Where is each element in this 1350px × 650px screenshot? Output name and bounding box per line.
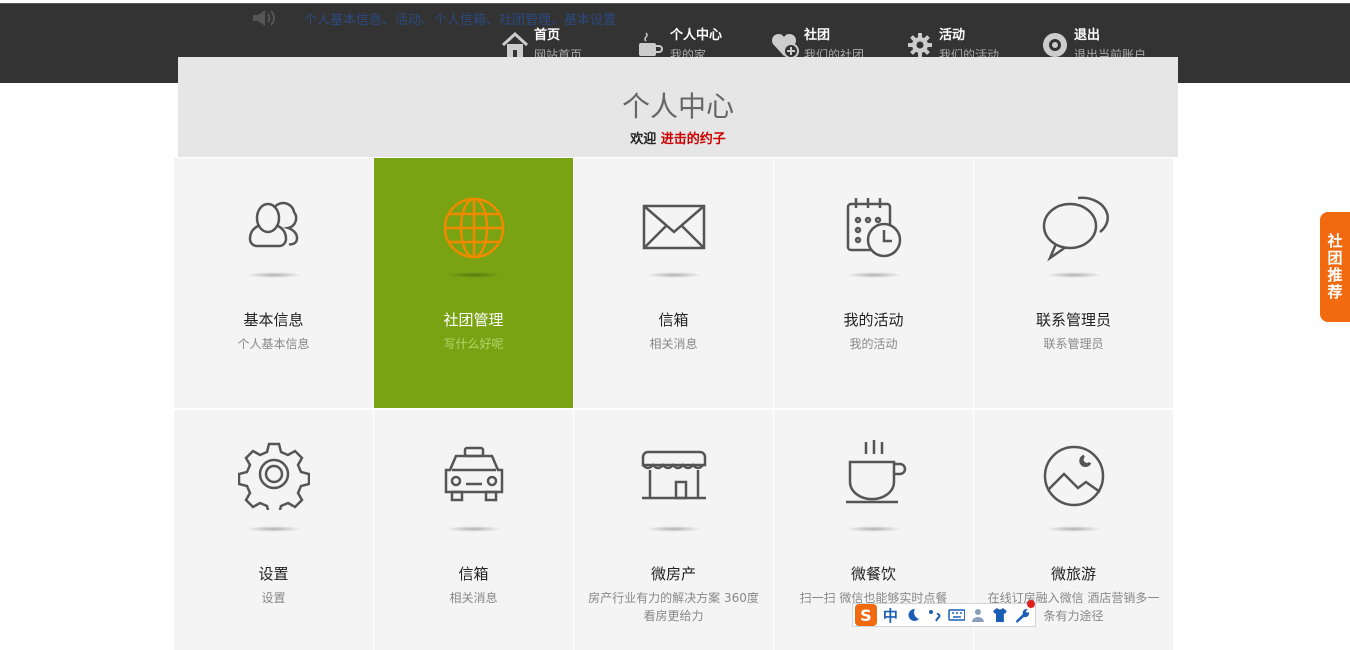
icon-shadow [1045,526,1102,532]
icon-shadow [845,272,902,278]
gear-icon [908,33,932,57]
tile-mailbox-2[interactable]: 信箱 相关消息 [374,410,573,650]
icon-shadow [445,526,502,532]
coffee-icon [639,32,663,56]
taxi-icon [444,446,503,502]
tile-title: 设置 [258,565,289,583]
shirt-icon[interactable] [991,606,1009,624]
tile-description: 设置 [261,591,286,605]
speaker-icon [253,10,275,26]
username[interactable]: 进击的约子 [661,132,726,147]
tile-settings[interactable]: 设置 设置 [174,410,373,650]
icon-shadow [845,526,902,532]
nav-title: 活动 [939,28,966,43]
keyboard-icon[interactable] [947,606,966,624]
storefront-icon [641,450,706,500]
chat-bubbles-icon [1042,196,1109,262]
nav-title: 个人中心 [670,28,723,43]
tile-title: 信箱 [458,565,489,583]
users-icon [248,201,298,248]
disc-icon [1043,33,1067,57]
tile-description: 我的活动 [849,337,898,351]
icon-shadow [645,272,702,278]
tile-title: 社团管理 [443,311,504,329]
tile-title: 微房产 [650,565,696,583]
icon-shadow [645,526,702,532]
punctuation-icon[interactable] [926,606,944,624]
moon-icon[interactable] [904,606,922,624]
welcome-label: 欢迎 [630,132,657,147]
tile-title: 基本信息 [243,311,304,329]
settings-gear-icon [237,442,310,510]
heart-plus-icon [771,33,799,59]
nav-title: 退出 [1074,28,1101,43]
ime-mode-toggle[interactable]: 中 [883,605,898,626]
tile-title: 微餐饮 [850,565,896,583]
tile-contact-admin[interactable]: 联系管理员 联系管理员 [974,158,1173,408]
tile-description: 房产行业有力的解决方案 360度看房更给力 [588,591,759,623]
club-recommend-label: 社团推荐 [1325,233,1344,301]
tile-micro-realestate[interactable]: 微房产 房产行业有力的解决方案 360度看房更给力 [574,410,773,650]
icon-shadow [445,272,502,278]
nav-title: 社团 [804,28,831,43]
announcement-marquee: 个人基本信息、活动、个人信箱、社团管理、基本设置 [250,8,616,28]
sogou-logo-icon[interactable]: S [855,604,877,626]
tile-basic-info[interactable]: 基本信息 个人基本信息 [174,158,373,408]
home-icon [501,31,529,57]
icon-shadow [245,272,302,278]
tile-title: 联系管理员 [1035,311,1111,329]
user-icon[interactable] [969,606,987,624]
marquee-text[interactable]: 个人基本信息、活动、个人信箱、社团管理、基本设置 [304,9,616,28]
tile-title: 信箱 [658,311,689,329]
tile-title: 我的活动 [843,311,904,329]
wrench-icon[interactable] [1013,606,1031,624]
tile-description: 相关消息 [449,591,498,605]
globe-icon [443,197,504,259]
tile-description: 联系管理员 [1043,337,1104,351]
nav-title: 首页 [534,28,561,43]
calendar-clock-icon [846,198,901,258]
tile-my-activities[interactable]: 我的活动 我的活动 [774,158,973,408]
notification-dot [1027,600,1035,608]
page-header: 个人中心 欢迎 进击的约子 [178,57,1178,157]
tile-description: 写什么好呢 [443,337,504,351]
tile-description: 个人基本信息 [237,337,310,351]
tile-title: 微旅游 [1050,565,1096,583]
club-recommend-tab[interactable]: 社团推荐 [1320,212,1350,322]
welcome-line: 欢迎 进击的约子 [178,128,1178,147]
tile-mailbox[interactable]: 信箱 相关消息 [574,158,773,408]
icon-shadow [1045,272,1102,278]
function-grid: 基本信息 个人基本信息 社团管理 写什么好呢 信箱 相关消息 我的活动 我的活动… [174,158,1174,650]
ime-toolbar: S 中 [852,600,1036,627]
coffee-cup-icon [845,440,906,504]
page-title: 个人中心 [621,90,734,123]
icon-shadow [245,526,302,532]
tile-description: 相关消息 [649,337,698,351]
envelope-icon [642,204,705,250]
tile-club-management[interactable]: 社团管理 写什么好呢 [374,158,573,408]
landscape-icon [1043,445,1104,507]
